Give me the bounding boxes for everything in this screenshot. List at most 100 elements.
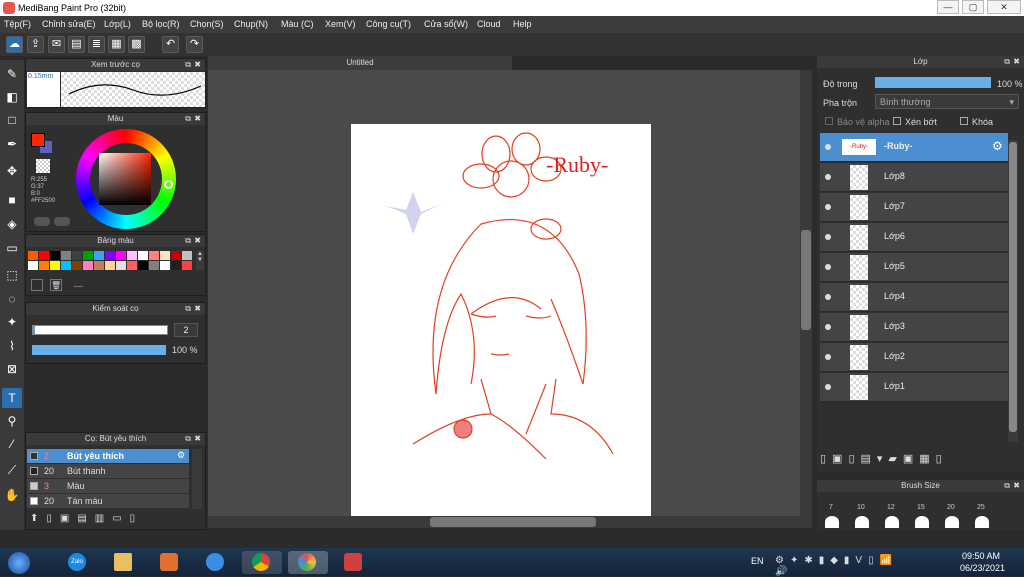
palette-swatch[interactable] (61, 251, 71, 260)
eye-icon[interactable] (825, 324, 831, 330)
chat-icon[interactable]: ▤ (68, 36, 85, 53)
gear-icon[interactable]: ⚙ (177, 450, 185, 461)
close-icon[interactable]: ✖ (1013, 56, 1020, 68)
palette-swatch[interactable] (127, 251, 137, 260)
brush-size-value[interactable]: 2 (174, 323, 198, 337)
document-tab[interactable]: Untitled (208, 56, 512, 70)
palette-swatch[interactable] (149, 251, 159, 260)
ie-taskbar-item[interactable] (196, 551, 236, 574)
color-mode-toggle[interactable] (34, 217, 50, 226)
new-palette-icon[interactable] (31, 279, 43, 291)
palette-swatch[interactable] (160, 261, 170, 270)
select-pen-icon[interactable]: ⌇ (2, 336, 22, 356)
gear-icon[interactable]: ⚙ (992, 139, 1003, 153)
menu-edit[interactable]: Chỉnh sửa(E) (42, 19, 96, 29)
palette-swatch[interactable] (116, 251, 126, 260)
zalo-taskbar-item[interactable]: Zalo (58, 551, 98, 574)
palette-swatch[interactable] (28, 251, 38, 260)
explorer-taskbar-item[interactable] (104, 551, 144, 574)
fill-rect-icon[interactable]: ■ (2, 190, 22, 210)
dropper-icon[interactable]: ⟋ (2, 460, 22, 480)
select-erase-icon[interactable]: ⊠ (2, 359, 22, 379)
palette-swatch[interactable] (116, 261, 126, 270)
panel-icon[interactable]: ▦ (108, 36, 125, 53)
palette-swatch[interactable] (94, 251, 104, 260)
menu-cloud[interactable]: Cloud (477, 19, 501, 29)
brush-size-dots[interactable] (825, 516, 1005, 528)
close-icon[interactable]: ✖ (194, 113, 201, 125)
vertical-scrollbar[interactable] (800, 70, 812, 518)
palette-swatch[interactable] (105, 251, 115, 260)
palette-swatch[interactable] (105, 261, 115, 270)
menu-help[interactable]: Help (513, 19, 532, 29)
layer-actions[interactable]: ▯▣▯▤▾▰▣▦▯ (820, 452, 1010, 470)
menu-filter[interactable]: Bộ lọc(R) (142, 19, 180, 29)
language-indicator[interactable]: EN (751, 556, 764, 566)
clipping-checkbox[interactable] (893, 117, 901, 125)
eye-icon[interactable] (825, 384, 831, 390)
palette-swatch[interactable] (28, 261, 38, 270)
bucket-tool-icon[interactable]: ◈ (2, 214, 22, 234)
size-10[interactable]: 10 (857, 504, 865, 511)
palette-swatch[interactable] (61, 261, 71, 270)
start-button[interactable] (8, 552, 30, 574)
size-12[interactable]: 12 (887, 504, 895, 511)
lasso-tool-icon[interactable]: ◌ (2, 289, 22, 309)
magic-wand-icon[interactable]: ✦ (2, 312, 22, 332)
size-25[interactable]: 25 (977, 504, 985, 511)
horizontal-scrollbar[interactable] (208, 516, 812, 528)
palette-swatch[interactable] (83, 251, 93, 260)
cloud-icon[interactable]: ☁ (6, 36, 23, 53)
eraser-tool-icon[interactable]: ◧ (2, 87, 22, 107)
brush-item[interactable]: 20 Tán màu (27, 494, 189, 508)
menu-view[interactable]: Xem(V) (325, 19, 356, 29)
operation-tool-icon[interactable]: ⚲ (2, 411, 22, 431)
menu-layer[interactable]: Lớp(L) (104, 19, 131, 29)
palette-swatch[interactable] (182, 251, 192, 260)
palette-swatch[interactable] (149, 261, 159, 270)
palette-swatch[interactable] (171, 261, 181, 270)
undock-icon[interactable]: ⧉ (185, 235, 191, 247)
gradient-tool-icon[interactable]: ▭ (2, 238, 22, 258)
close-icon[interactable]: ✖ (194, 303, 201, 315)
palette-swatch[interactable] (50, 251, 60, 260)
palette-swatch[interactable] (39, 261, 49, 270)
hand-tool-icon[interactable]: ✋ (2, 485, 22, 505)
layer-row[interactable]: Lớp8 (820, 163, 1008, 192)
chrome-taskbar-item[interactable] (242, 551, 282, 574)
undo-icon[interactable]: ↶ (162, 36, 179, 53)
palette-swatch[interactable] (160, 251, 170, 260)
layer-row[interactable]: Lớp6 (820, 223, 1008, 252)
menu-file[interactable]: Tệp(F) (4, 19, 31, 29)
select-rect-icon[interactable]: ⬚ (2, 265, 22, 285)
menu-window[interactable]: Cửa sổ(W) (424, 19, 468, 29)
size-20[interactable]: 20 (947, 504, 955, 511)
palette-swatch[interactable] (39, 251, 49, 260)
palette-swatch[interactable] (138, 261, 148, 270)
lock-checkbox[interactable] (960, 117, 968, 125)
undock-icon[interactable]: ⧉ (1004, 56, 1010, 68)
hue-marker[interactable] (164, 180, 173, 189)
palette-swatch[interactable] (138, 251, 148, 260)
close-icon[interactable]: ✖ (194, 235, 201, 247)
undock-icon[interactable]: ⧉ (1004, 480, 1010, 492)
close-icon[interactable]: ✖ (1013, 480, 1020, 492)
brush-size-slider[interactable] (32, 325, 168, 335)
move-tool-icon[interactable]: ✥ (2, 161, 22, 181)
comment-icon[interactable]: ✉ (48, 36, 65, 53)
primary-color[interactable] (31, 133, 45, 147)
layer-row[interactable]: Lớp3 (820, 313, 1008, 342)
text-tool-icon[interactable]: T (2, 388, 22, 408)
minimize-button[interactable]: — (937, 0, 959, 14)
drawing-canvas[interactable]: -Ruby- (351, 124, 651, 516)
close-button[interactable]: ✕ (987, 0, 1021, 14)
brush-item[interactable]: 3 Màu (27, 479, 189, 493)
opacity-slider[interactable] (32, 345, 166, 355)
medibang-taskbar-item[interactable] (288, 551, 328, 574)
brush-item[interactable]: 20 Bút thanh (27, 464, 189, 478)
trash-icon[interactable]: 🗑 (50, 279, 62, 291)
rect-tool-icon[interactable]: □ (2, 110, 22, 130)
media-taskbar-item[interactable] (150, 551, 190, 574)
layer-opacity-slider[interactable] (875, 77, 991, 88)
eyedropper-icon[interactable]: ⁄ (2, 434, 22, 454)
